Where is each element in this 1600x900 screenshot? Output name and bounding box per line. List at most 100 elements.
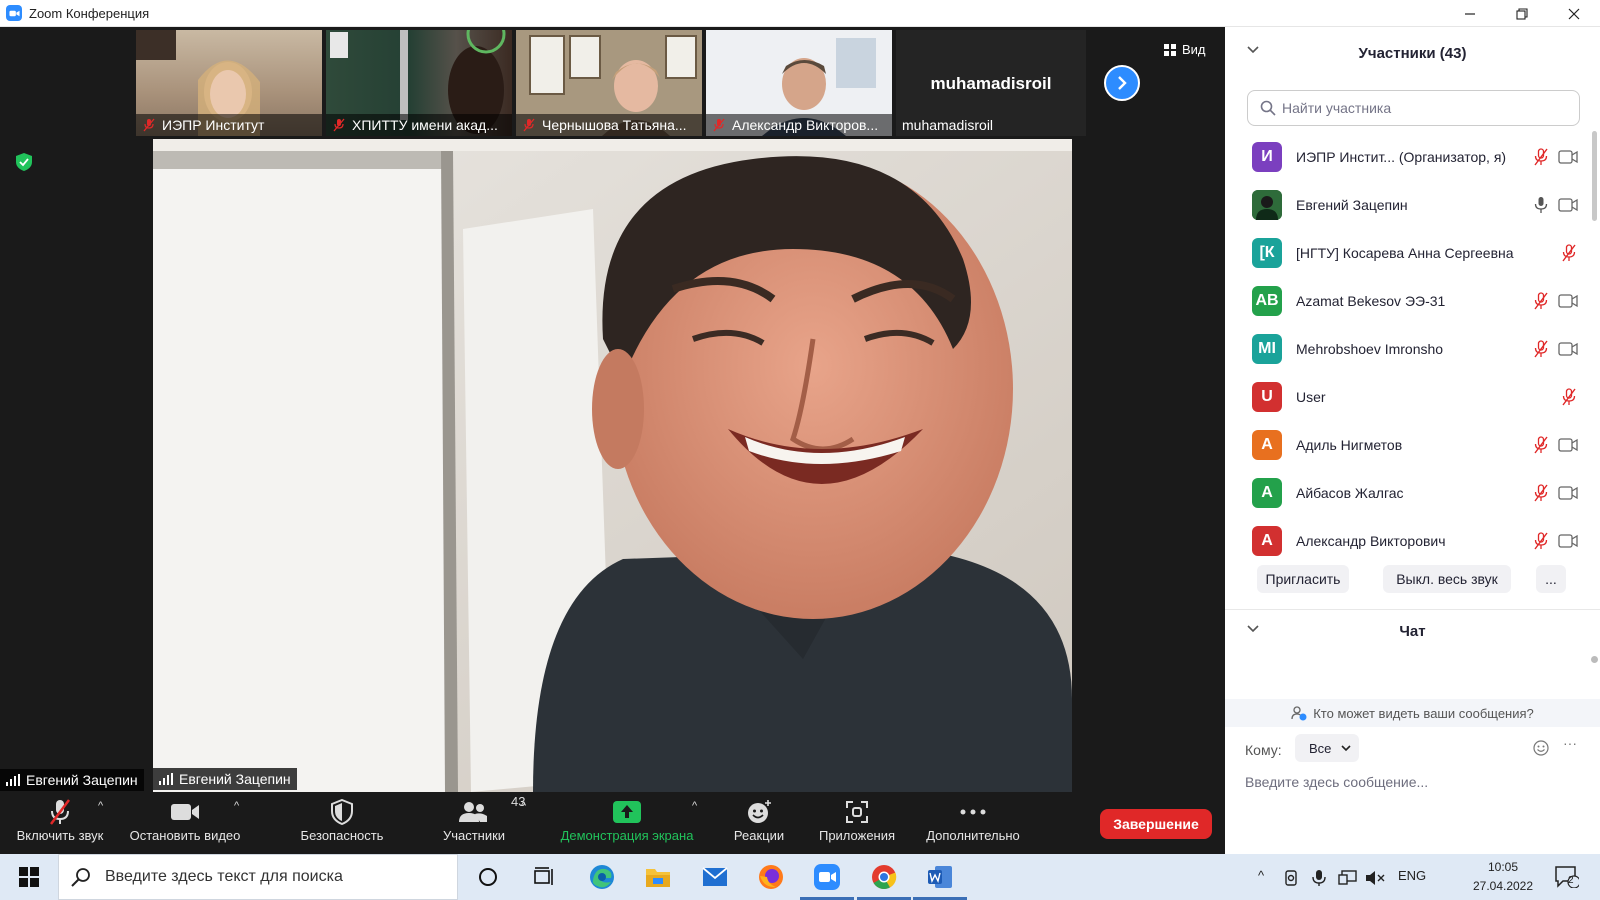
tray-volume-muted-icon[interactable]: [1364, 863, 1386, 893]
emoji-icon[interactable]: [1533, 740, 1549, 756]
minimize-button[interactable]: [1444, 0, 1496, 27]
muted-mic-icon[interactable]: [1532, 436, 1550, 454]
side-panel: Участники (43) Найти участника И ИЭПР Инс…: [1225, 27, 1600, 854]
restore-button[interactable]: [1496, 0, 1548, 27]
chat-panel-title: Чат: [1399, 622, 1426, 640]
participant-name: Mehrobshoev Imronsho: [1296, 341, 1444, 357]
tray-device-icon[interactable]: [1280, 863, 1302, 893]
edge-browser-icon[interactable]: [587, 862, 617, 892]
video-thumbnail[interactable]: ХПИТТУ имени акад...: [326, 30, 512, 136]
chat-to-label: Кому:: [1245, 742, 1282, 758]
zoom-taskbar-icon[interactable]: [800, 862, 854, 900]
tray-network-icon[interactable]: [1336, 863, 1360, 893]
participant-name: Azamat Bekesov ЭЭ-31: [1296, 293, 1446, 309]
video-camera-icon[interactable]: [1558, 437, 1578, 453]
participant-row[interactable]: AB Azamat Bekesov ЭЭ-31: [1225, 277, 1600, 325]
muted-mic-icon[interactable]: [1532, 292, 1550, 310]
active-speaker-tag: Евгений Зацепин: [153, 768, 297, 790]
taskbar-search-input[interactable]: Введите здесь текст для поиска: [58, 854, 458, 900]
participant-row[interactable]: U User: [1225, 373, 1600, 421]
participant-name: [НГТУ] Косарева Анна Сергеевна: [1296, 245, 1514, 261]
cortana-icon[interactable]: [473, 862, 503, 892]
chat-more-icon[interactable]: ···: [1563, 735, 1577, 751]
video-thumbnail-name-only[interactable]: muhamadisroil muhamadisroil: [896, 30, 1086, 136]
muted-mic-icon[interactable]: [1532, 484, 1550, 502]
video-thumbnail-strip: ИЭПР Институт ХПИТТУ имени акад... Черны…: [136, 30, 1090, 136]
notifications-icon[interactable]: 2: [1552, 862, 1582, 892]
participant-row[interactable]: А Айбасов Жалгас: [1225, 469, 1600, 517]
participant-row[interactable]: А Александр Викторович: [1225, 517, 1600, 565]
tray-overflow-icon[interactable]: ^: [1258, 868, 1264, 883]
file-explorer-icon[interactable]: [643, 862, 673, 892]
security-button[interactable]: Безопасность: [296, 796, 388, 843]
video-camera-icon[interactable]: [1558, 293, 1578, 309]
muted-mic-icon[interactable]: [1560, 388, 1578, 406]
audio-options-caret[interactable]: ^: [98, 800, 103, 812]
tray-language[interactable]: ENG: [1398, 868, 1426, 883]
participant-search-input[interactable]: Найти участника: [1247, 90, 1580, 126]
word-icon[interactable]: [913, 862, 967, 900]
video-thumbnail[interactable]: Чернышова Татьяна...: [516, 30, 702, 136]
view-button[interactable]: Вид: [1164, 42, 1206, 57]
share-options-caret[interactable]: ^: [692, 800, 697, 812]
mute-all-button[interactable]: Выкл. весь звук: [1383, 565, 1511, 593]
participants-panel-header: Участники (43): [1225, 27, 1600, 79]
chat-message-input[interactable]: Введите здесь сообщение...: [1245, 774, 1428, 790]
thumbnail-name-tag: Александр Викторов...: [706, 114, 892, 136]
invite-button[interactable]: Пригласить: [1257, 565, 1349, 593]
video-thumbnail[interactable]: ИЭПР Институт: [136, 30, 322, 136]
thumbnail-name-tag: muhamadisroil: [902, 117, 994, 133]
end-meeting-button[interactable]: Завершение: [1100, 809, 1212, 839]
collapse-chevron-icon[interactable]: [1247, 46, 1259, 54]
muted-mic-icon[interactable]: [1532, 148, 1550, 166]
share-screen-button[interactable]: Демонстрация экрана: [554, 796, 700, 843]
participants-button[interactable]: 43 Участники: [432, 794, 526, 843]
stop-video-button[interactable]: Остановить видео: [126, 796, 244, 843]
muted-mic-icon: [713, 118, 725, 132]
chrome-icon[interactable]: [857, 862, 911, 900]
video-camera-icon[interactable]: [1558, 533, 1578, 549]
task-view-icon[interactable]: [529, 862, 559, 892]
thumbnail-name-tag: ХПИТТУ имени акад...: [326, 114, 512, 136]
reactions-button[interactable]: Реакции: [726, 796, 792, 843]
participant-name-card: muhamadisroil: [930, 74, 1052, 93]
firefox-icon[interactable]: [756, 862, 786, 892]
next-page-button[interactable]: [1104, 65, 1140, 101]
video-camera-icon[interactable]: [1558, 341, 1578, 357]
muted-mic-icon[interactable]: [1532, 532, 1550, 550]
video-camera-icon[interactable]: [1558, 197, 1578, 213]
collapse-chevron-icon[interactable]: [1247, 625, 1259, 633]
participant-row[interactable]: MI Mehrobshoev Imronsho: [1225, 325, 1600, 373]
share-screen-icon: [613, 801, 641, 823]
participants-options-caret[interactable]: ^: [521, 800, 526, 812]
muted-mic-icon[interactable]: [1532, 340, 1550, 358]
thumbnail-name-tag: Чернышова Татьяна...: [516, 114, 702, 136]
muted-mic-icon[interactable]: [1560, 244, 1578, 262]
participant-row[interactable]: И ИЭПР Инстит... (Организатор, я): [1225, 133, 1600, 181]
participant-row[interactable]: А Адиль Нигметов: [1225, 421, 1600, 469]
participant-name: Адиль Нигметов: [1296, 437, 1403, 453]
speaker-video-image: [153, 139, 1072, 792]
participant-list-scrollbar[interactable]: [1592, 131, 1597, 221]
participant-row[interactable]: Евгений Зацепин: [1225, 181, 1600, 229]
close-button[interactable]: [1548, 0, 1600, 27]
chevron-down-icon: [1341, 744, 1351, 751]
more-button[interactable]: Дополнительно: [918, 796, 1028, 843]
windows-start-button[interactable]: [14, 862, 44, 892]
video-camera-icon[interactable]: [1558, 485, 1578, 501]
video-options-caret[interactable]: ^: [234, 800, 239, 812]
tray-microphone-icon[interactable]: [1308, 863, 1330, 893]
participants-more-button[interactable]: ...: [1536, 565, 1566, 593]
apps-button[interactable]: Приложения: [812, 796, 902, 843]
who-can-see-messages[interactable]: Кто может видеть ваши сообщения?: [1225, 699, 1600, 727]
mail-icon[interactable]: [700, 862, 730, 892]
video-thumbnail[interactable]: Александр Викторов...: [706, 30, 892, 136]
taskbar-clock[interactable]: 10:05 27.04.2022: [1466, 858, 1540, 896]
unmute-button[interactable]: Включить звук: [12, 796, 108, 843]
chat-recipient-select[interactable]: Все: [1295, 734, 1359, 762]
video-camera-icon[interactable]: [1558, 149, 1578, 165]
mic-icon[interactable]: [1532, 196, 1550, 214]
encryption-shield-icon[interactable]: [16, 153, 32, 171]
avatar: AB: [1252, 286, 1282, 316]
participant-row[interactable]: [К [НГТУ] Косарева Анна Сергеевна: [1225, 229, 1600, 277]
